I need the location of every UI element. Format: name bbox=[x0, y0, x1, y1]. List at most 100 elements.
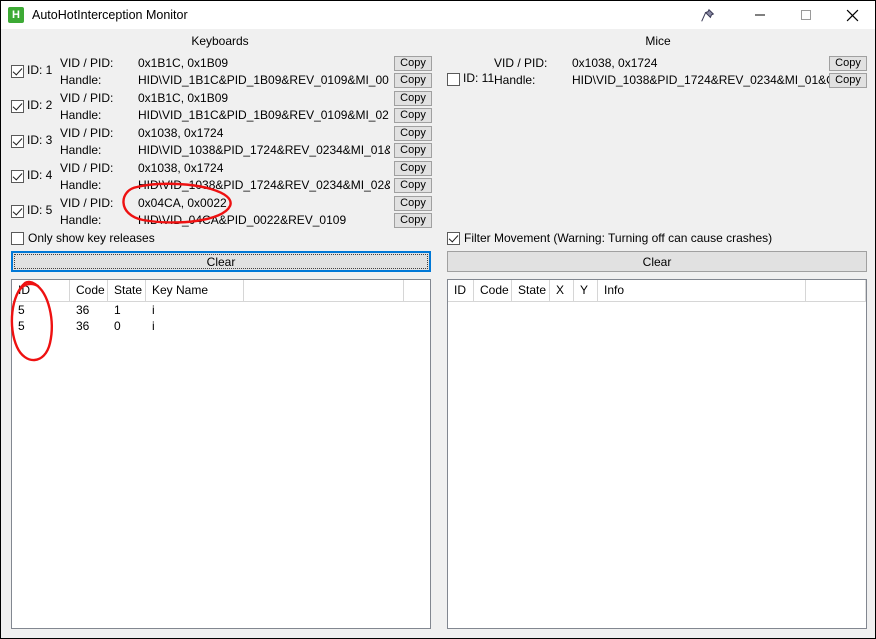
keyboard-checkbox-3[interactable] bbox=[11, 135, 24, 148]
window-title: AutoHotInterception Monitor bbox=[32, 8, 188, 22]
cell-blank bbox=[244, 318, 404, 334]
column-header-blank[interactable] bbox=[806, 280, 866, 301]
mouse-field-labels-1: VID / PID: Handle: bbox=[494, 55, 547, 89]
column-header-info[interactable]: Info bbox=[598, 280, 806, 301]
vid-pid-label: VID / PID: bbox=[60, 126, 114, 140]
keyboard-checkbox-4[interactable] bbox=[11, 170, 24, 183]
handle-label: Handle: bbox=[494, 73, 536, 87]
keyboard-handle-3: HID\VID_1038&PID_1724&REV_0234&MI_01&Col… bbox=[138, 143, 390, 157]
keyboard-copy-vidpid-button-4[interactable]: Copy bbox=[394, 161, 432, 176]
pushpin-icon[interactable] bbox=[677, 1, 737, 29]
mouse-vid-pid-1: 0x1038, 0x1724 bbox=[572, 56, 658, 70]
column-header-code[interactable]: Code bbox=[474, 280, 512, 301]
column-header-state[interactable]: State bbox=[512, 280, 550, 301]
close-button[interactable] bbox=[829, 1, 875, 29]
keyboard-handle-2: HID\VID_1B1C&PID_1B09&REV_0109&MI_02 bbox=[138, 108, 389, 122]
keyboard-field-labels-2: VID / PID: Handle: bbox=[60, 90, 113, 124]
filter-movement-row[interactable]: Filter Movement (Warning: Turning off ca… bbox=[447, 231, 772, 245]
mice-clear-button[interactable]: Clear bbox=[447, 251, 867, 272]
column-header-x[interactable]: X bbox=[550, 280, 574, 301]
vid-pid-label: VID / PID: bbox=[60, 161, 114, 175]
cell-state: 1 bbox=[114, 303, 121, 317]
keyboard-copy-handle-button-1[interactable]: Copy bbox=[394, 73, 432, 88]
column-header-id[interactable]: ID bbox=[448, 280, 474, 301]
vid-pid-label: VID / PID: bbox=[494, 56, 548, 70]
keyboard-field-labels-4: VID / PID: Handle: bbox=[60, 160, 113, 194]
keyboard-copy-vidpid-button-1[interactable]: Copy bbox=[394, 56, 432, 71]
mice-panel: Mice ID: 11 VID / PID: Handle: 0x1038, 0… bbox=[439, 29, 876, 638]
filter-movement-label: Filter Movement (Warning: Turning off ca… bbox=[464, 231, 773, 245]
keyboard-checkbox-1[interactable] bbox=[11, 65, 24, 78]
keyboard-vid-pid-3: 0x1038, 0x1724 bbox=[138, 126, 224, 140]
mouse-checkbox-1[interactable] bbox=[447, 73, 460, 86]
cell-id: 5 bbox=[18, 319, 25, 333]
minimize-button[interactable] bbox=[737, 1, 783, 29]
column-header-key-name[interactable]: Key Name bbox=[146, 280, 244, 301]
mouse-values-1: 0x1038, 0x1724 HID\VID_1038&PID_1724&REV… bbox=[572, 55, 830, 89]
only-show-key-releases-row[interactable]: Only show key releases bbox=[11, 231, 155, 245]
keyboard-id-label-5: ID: 5 bbox=[27, 203, 53, 217]
keyboards-list-header: ID Code State Key Name bbox=[12, 280, 430, 302]
keyboard-id-label-1: ID: 1 bbox=[27, 63, 53, 77]
keyboard-id-label-3: ID: 3 bbox=[27, 133, 53, 147]
keyboard-vid-pid-5: 0x04CA, 0x0022 bbox=[138, 196, 227, 210]
cell-blank bbox=[244, 302, 404, 318]
keyboard-field-labels-3: VID / PID: Handle: bbox=[60, 125, 113, 159]
table-row[interactable]: 5 36 0 i bbox=[12, 318, 430, 334]
keyboard-device-row-5: ID: 5 VID / PID: Handle: 0x04CA, 0x0022 … bbox=[1, 194, 439, 229]
keyboards-listview[interactable]: ID Code State Key Name 5 36 1 i 5 36 0 i bbox=[11, 279, 431, 629]
app-window: H AutoHotInterception Monitor Keyboards … bbox=[0, 0, 876, 639]
keyboard-copy-vidpid-button-2[interactable]: Copy bbox=[394, 91, 432, 106]
mouse-copy-vidpid-button-1[interactable]: Copy bbox=[829, 56, 867, 71]
keyboard-copy-vidpid-button-3[interactable]: Copy bbox=[394, 126, 432, 141]
handle-label: Handle: bbox=[60, 178, 102, 192]
keyboard-handle-5: HID\VID_04CA&PID_0022&REV_0109 bbox=[138, 213, 347, 227]
handle-label: Handle: bbox=[60, 213, 102, 227]
column-header-state[interactable]: State bbox=[108, 280, 146, 301]
keyboard-values-3: 0x1038, 0x1724 HID\VID_1038&PID_1724&REV… bbox=[138, 125, 390, 159]
keyboard-handle-1: HID\VID_1B1C&PID_1B09&REV_0109&MI_00 bbox=[138, 73, 389, 87]
column-header-y[interactable]: Y bbox=[574, 280, 598, 301]
filter-movement-checkbox[interactable] bbox=[447, 231, 460, 245]
keyboard-checkbox-2[interactable] bbox=[11, 100, 24, 113]
keyboard-copy-handle-button-2[interactable]: Copy bbox=[394, 108, 432, 123]
maximize-button[interactable] bbox=[783, 1, 829, 29]
mice-heading: Mice bbox=[645, 34, 671, 48]
keyboard-vid-pid-4: 0x1038, 0x1724 bbox=[138, 161, 224, 175]
keyboard-copy-handle-button-5[interactable]: Copy bbox=[394, 213, 432, 228]
cell-state: 0 bbox=[114, 319, 121, 333]
keyboard-checkbox-5[interactable] bbox=[11, 205, 24, 218]
keyboard-copy-vidpid-button-5[interactable]: Copy bbox=[394, 196, 432, 211]
keyboard-device-row-3: ID: 3 VID / PID: Handle: 0x1038, 0x1724 … bbox=[1, 124, 439, 159]
minimize-icon bbox=[755, 14, 765, 16]
table-row[interactable]: 5 36 1 i bbox=[12, 302, 430, 318]
handle-label: Handle: bbox=[60, 143, 102, 157]
keyboard-values-1: 0x1B1C, 0x1B09 HID\VID_1B1C&PID_1B09&REV… bbox=[138, 55, 390, 89]
keyboard-copy-handle-button-4[interactable]: Copy bbox=[394, 178, 432, 193]
keyboard-field-labels-1: VID / PID: Handle: bbox=[60, 55, 113, 89]
keyboard-id-label-4: ID: 4 bbox=[27, 168, 53, 182]
keyboards-heading: Keyboards bbox=[191, 34, 249, 48]
cell-code: 36 bbox=[76, 303, 90, 317]
mice-list-header: ID Code State X Y Info bbox=[448, 280, 866, 302]
keyboard-values-2: 0x1B1C, 0x1B09 HID\VID_1B1C&PID_1B09&REV… bbox=[138, 90, 390, 124]
mice-listview[interactable]: ID Code State X Y Info bbox=[447, 279, 867, 629]
mouse-handle-1: HID\VID_1038&PID_1724&REV_0234&MI_01&Col… bbox=[572, 73, 830, 87]
column-header-blank[interactable] bbox=[244, 280, 404, 301]
maximize-icon bbox=[801, 10, 811, 20]
handle-label: Handle: bbox=[60, 73, 102, 87]
only-show-key-releases-label: Only show key releases bbox=[28, 231, 155, 245]
only-show-key-releases-checkbox[interactable] bbox=[11, 231, 24, 245]
mouse-device-row-1: ID: 11 VID / PID: Handle: 0x1038, 0x1724… bbox=[439, 54, 876, 89]
cell-code: 36 bbox=[76, 319, 90, 333]
keyboards-clear-button[interactable]: Clear bbox=[11, 251, 431, 272]
column-header-id[interactable]: ID bbox=[12, 280, 70, 301]
column-header-code[interactable]: Code bbox=[70, 280, 108, 301]
cell-key-name: i bbox=[152, 319, 155, 333]
vid-pid-label: VID / PID: bbox=[60, 91, 114, 105]
keyboard-device-row-2: ID: 2 VID / PID: Handle: 0x1B1C, 0x1B09 … bbox=[1, 89, 439, 124]
mouse-copy-handle-button-1[interactable]: Copy bbox=[829, 73, 867, 88]
mice-clear-label: Clear bbox=[642, 254, 672, 269]
title-bar: H AutoHotInterception Monitor bbox=[1, 1, 875, 29]
keyboard-copy-handle-button-3[interactable]: Copy bbox=[394, 143, 432, 158]
